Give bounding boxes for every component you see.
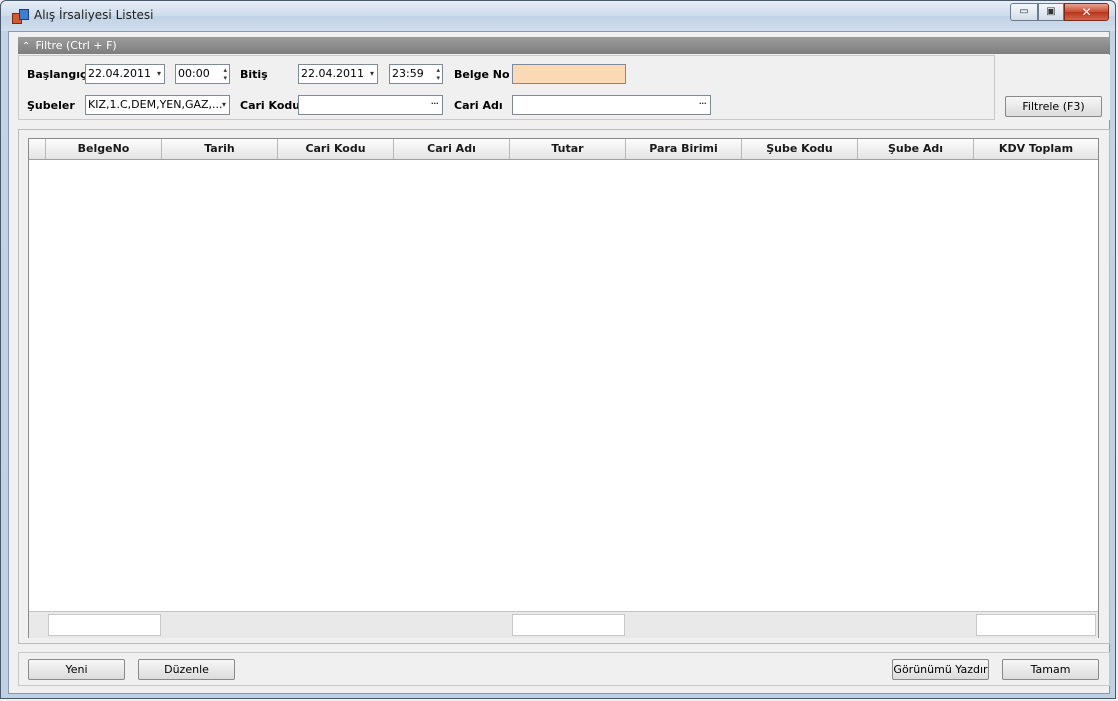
summary-cell-tutar bbox=[512, 614, 625, 636]
chevron-down-icon[interactable]: ▾ bbox=[157, 65, 161, 83]
column-header-para-birimi[interactable]: Para Birimi bbox=[626, 139, 742, 159]
column-header-sube-adi[interactable]: Şube Adı bbox=[858, 139, 974, 159]
end-label: Bitiş bbox=[240, 68, 268, 81]
doc-no-input[interactable] bbox=[512, 64, 626, 84]
minimize-button[interactable]: ▭ bbox=[1010, 3, 1038, 21]
grid-summary-footer bbox=[29, 611, 1098, 638]
column-header-belgeno[interactable]: BelgeNo bbox=[46, 139, 162, 159]
action-bar: Yeni Düzenle Görünümü Yazdır Tamam bbox=[18, 652, 1110, 686]
client-area: ⌃ Filtre (Ctrl + F) Başlangıç 22.04.2011… bbox=[8, 31, 1110, 694]
end-date-picker[interactable]: 22.04.2011 ▾ bbox=[298, 64, 378, 84]
collapse-icon[interactable]: ⌃ bbox=[22, 38, 32, 55]
end-time-value: 23:59 bbox=[392, 67, 424, 80]
close-button[interactable]: ✕ bbox=[1064, 3, 1109, 21]
spin-icon[interactable]: ▴ ▾ bbox=[223, 66, 227, 82]
summary-cell-belgeno bbox=[48, 614, 161, 636]
filter-header[interactable]: ⌃ Filtre (Ctrl + F) bbox=[18, 37, 1110, 54]
end-date-value: 22.04.2011 bbox=[301, 67, 364, 80]
column-header-kdv-toplam[interactable]: KDV Toplam bbox=[974, 139, 1098, 159]
start-date-value: 22.04.2011 bbox=[88, 67, 151, 80]
account-name-input[interactable]: ··· bbox=[512, 95, 711, 115]
grid-frame: BelgeNo Tarih Cari Kodu Cari Adı Tutar P… bbox=[18, 129, 1110, 644]
column-header-tarih[interactable]: Tarih bbox=[162, 139, 278, 159]
window-title: Alış İrsaliyesi Listesi bbox=[34, 8, 154, 22]
ellipsis-button[interactable]: ··· bbox=[431, 96, 439, 113]
column-header-tutar[interactable]: Tutar bbox=[510, 139, 626, 159]
start-label: Başlangıç bbox=[27, 68, 87, 81]
edit-button[interactable]: Düzenle bbox=[138, 659, 235, 680]
chevron-down-icon[interactable]: ▾ bbox=[222, 96, 226, 114]
start-date-picker[interactable]: 22.04.2011 ▾ bbox=[85, 64, 165, 84]
title-bar[interactable]: Alış İrsaliyesi Listesi ▭ ▣ ✕ bbox=[1, 1, 1115, 31]
start-time-spinner[interactable]: 00:00 ▴ ▾ bbox=[175, 64, 230, 84]
chevron-down-icon[interactable]: ▾ bbox=[370, 65, 374, 83]
column-header-sube-kodu[interactable]: Şube Kodu bbox=[742, 139, 858, 159]
column-header-cari-kodu[interactable]: Cari Kodu bbox=[278, 139, 394, 159]
branches-select[interactable]: KIZ,1.C,DEM,YEN,GAZ,... ▾ bbox=[85, 95, 230, 115]
filter-apply-button[interactable]: Filtrele (F3) bbox=[1005, 96, 1102, 117]
account-name-label: Cari Adı bbox=[454, 99, 503, 112]
summary-cell-kdv-toplam bbox=[976, 614, 1096, 636]
start-time-value: 00:00 bbox=[178, 67, 210, 80]
account-code-input[interactable]: ··· bbox=[298, 95, 443, 115]
doc-no-label: Belge No bbox=[454, 68, 510, 81]
filter-button-panel: Filtrele (F3) bbox=[996, 55, 1110, 120]
new-button[interactable]: Yeni bbox=[28, 659, 125, 680]
column-header-cari-adi[interactable]: Cari Adı bbox=[394, 139, 510, 159]
branches-label: Şubeler bbox=[27, 99, 75, 112]
maximize-button[interactable]: ▣ bbox=[1038, 3, 1064, 21]
print-view-button[interactable]: Görünümü Yazdır bbox=[892, 659, 989, 680]
filter-panel: Başlangıç 22.04.2011 ▾ 00:00 ▴ ▾ Bitiş 22… bbox=[18, 55, 995, 120]
branches-value: KIZ,1.C,DEM,YEN,GAZ,... bbox=[88, 98, 223, 111]
row-indicator-header bbox=[29, 139, 46, 159]
account-code-label: Cari Kodu bbox=[240, 99, 301, 112]
ok-button[interactable]: Tamam bbox=[1002, 659, 1099, 680]
app-window: Alış İrsaliyesi Listesi ▭ ▣ ✕ ⌃ Filtre (… bbox=[0, 0, 1116, 699]
grid-header: BelgeNo Tarih Cari Kodu Cari Adı Tutar P… bbox=[29, 139, 1098, 160]
app-icon bbox=[12, 9, 29, 24]
data-grid[interactable]: BelgeNo Tarih Cari Kodu Cari Adı Tutar P… bbox=[28, 138, 1099, 638]
end-time-spinner[interactable]: 23:59 ▴ ▾ bbox=[389, 64, 443, 84]
filter-header-label: Filtre (Ctrl + F) bbox=[35, 39, 117, 52]
ellipsis-button[interactable]: ··· bbox=[699, 96, 707, 113]
spin-icon[interactable]: ▴ ▾ bbox=[436, 66, 440, 82]
